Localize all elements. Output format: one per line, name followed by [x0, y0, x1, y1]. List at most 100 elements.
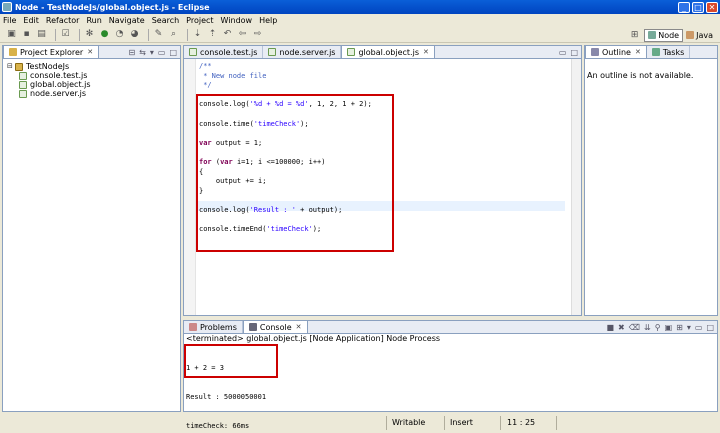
tree-project-label: TestNodeJs: [26, 62, 70, 71]
tree-file-row-selected[interactable]: global.object.js: [7, 80, 91, 89]
minimize-view-icon[interactable]: ▭: [695, 323, 703, 332]
tree-file-row[interactable]: node.server.js: [7, 89, 91, 98]
overview-ruler: [565, 59, 570, 315]
menu-search[interactable]: Search: [152, 16, 179, 25]
back-icon[interactable]: ⇦: [237, 29, 248, 40]
prev-annotation-icon[interactable]: ⇡: [207, 29, 218, 40]
menu-file[interactable]: File: [3, 16, 16, 25]
open-type-icon[interactable]: ✎: [153, 29, 164, 40]
minimize-view-icon[interactable]: ▭: [559, 48, 567, 57]
tab-project-explorer[interactable]: Project Explorer ✕: [3, 45, 100, 58]
js-file-icon: [268, 48, 277, 56]
view-menu-icon[interactable]: ▾: [150, 48, 154, 57]
collapse-all-icon[interactable]: ⊟: [128, 48, 135, 57]
maximize-view-icon[interactable]: □: [169, 48, 177, 57]
scroll-lock-icon[interactable]: ⇊: [644, 323, 651, 332]
new-icon[interactable]: ▣: [6, 29, 17, 40]
editor-vertical-scrollbar[interactable]: [571, 59, 581, 315]
close-button[interactable]: ✕: [706, 1, 718, 13]
tab-outline[interactable]: Outline ✕: [585, 45, 647, 58]
forward-icon[interactable]: ⇨: [252, 29, 263, 40]
tree-file-row[interactable]: console.test.js: [7, 71, 91, 80]
minimize-view-icon[interactable]: ▭: [158, 48, 166, 57]
print-icon[interactable]: ▤: [36, 29, 47, 40]
perspective-java-label: Java: [696, 30, 713, 40]
project-folder-icon: [15, 62, 23, 71]
close-tab-icon[interactable]: ✕: [87, 48, 93, 56]
editor-gutter: [184, 59, 196, 315]
close-tab-icon[interactable]: ✕: [635, 48, 641, 56]
menu-project[interactable]: Project: [186, 16, 213, 25]
project-explorer-tabbar: Project Explorer ✕ ⊟ ⇆ ▾ ▭ □: [3, 45, 180, 59]
editor-panel: console.test.js node.server.js global.ob…: [183, 45, 582, 316]
status-bar: Writable Insert 11 : 25: [0, 414, 720, 433]
editor-view-tools: ▭ □: [555, 48, 578, 57]
run-icon[interactable]: ●: [99, 29, 110, 40]
minimize-button[interactable]: _: [678, 1, 690, 13]
pin-console-icon[interactable]: ⚲: [655, 323, 661, 332]
outline-icon: [591, 48, 599, 56]
main-toolbar: ▣ ▪ ▤ ☑ ✻ ● ◔ ◕ ✎ ⌕ ⇣ ⇡ ↶ ⇦ ⇨ ⊞ Node Jav…: [0, 27, 720, 43]
open-console-icon[interactable]: ⊞: [676, 323, 683, 332]
save-icon[interactable]: ▪: [21, 29, 32, 40]
menu-help[interactable]: Help: [259, 16, 277, 25]
tab-label: console.test.js: [200, 47, 258, 57]
tab-label: global.object.js: [358, 47, 419, 57]
js-file-icon: [19, 89, 27, 98]
maximize-button[interactable]: □: [692, 1, 704, 13]
close-tab-icon[interactable]: ✕: [423, 48, 429, 56]
maximize-view-icon[interactable]: □: [570, 48, 578, 57]
project-tree: ⊟ TestNodeJs console.test.js global.obje…: [7, 62, 91, 98]
task-icon[interactable]: ☑: [60, 29, 71, 40]
tab-tasks[interactable]: Tasks: [647, 46, 691, 58]
tree-file-label: global.object.js: [30, 80, 91, 89]
external-tools-icon[interactable]: ◔: [114, 29, 125, 40]
tab-console-test[interactable]: console.test.js: [184, 46, 264, 58]
window-title: Node - TestNodeJs/global.object.js - Ecl…: [15, 2, 210, 12]
toolbar-separator: [55, 28, 56, 41]
tab-outline-label: Outline: [602, 47, 631, 57]
toolbar-separator: [187, 28, 188, 41]
tree-project-row[interactable]: ⊟ TestNodeJs: [7, 62, 91, 71]
window-titlebar: Node - TestNodeJs/global.object.js - Ecl…: [0, 0, 720, 14]
terminate-icon[interactable]: ■: [606, 323, 614, 332]
menu-window[interactable]: Window: [221, 16, 253, 25]
tree-file-label: console.test.js: [30, 71, 88, 80]
open-perspective-icon[interactable]: ⊞: [629, 30, 640, 41]
search-icon[interactable]: ⌕: [168, 29, 179, 40]
java-perspective-icon: [686, 31, 695, 39]
close-tab-icon[interactable]: ✕: [296, 323, 302, 331]
tab-console[interactable]: Console ✕: [242, 320, 308, 333]
new-wizard-icon[interactable]: ◕: [129, 29, 140, 40]
view-menu-icon[interactable]: ▾: [687, 323, 691, 332]
remove-launch-icon[interactable]: ✖: [618, 323, 625, 332]
next-annotation-icon[interactable]: ⇣: [192, 29, 203, 40]
debug-icon[interactable]: ✻: [84, 29, 95, 40]
console-tabbar: Problems Console ✕ ■ ✖ ⌫ ⇊ ⚲ ▣ ⊞ ▾ ▭ □: [184, 320, 717, 334]
tab-problems[interactable]: Problems: [184, 321, 243, 333]
menu-navigate[interactable]: Navigate: [109, 16, 145, 25]
console-icon: [248, 323, 257, 331]
maximize-view-icon[interactable]: □: [706, 323, 714, 332]
display-console-icon[interactable]: ▣: [665, 323, 673, 332]
perspective-node[interactable]: Node: [644, 28, 684, 42]
editor-tabbar: console.test.js node.server.js global.ob…: [184, 45, 581, 59]
clear-console-icon[interactable]: ⌫: [629, 323, 640, 332]
js-file-icon: [19, 80, 27, 89]
last-edit-icon[interactable]: ↶: [222, 29, 233, 40]
code-line: * New node file: [199, 71, 267, 80]
menu-edit[interactable]: Edit: [23, 16, 39, 25]
tab-project-explorer-label: Project Explorer: [20, 47, 84, 57]
status-insert-mode: Insert: [450, 418, 473, 427]
tab-node-server[interactable]: node.server.js: [263, 46, 342, 58]
link-editor-icon[interactable]: ⇆: [139, 48, 146, 57]
tab-global-object[interactable]: global.object.js ✕: [341, 45, 435, 58]
collapse-arrow-icon[interactable]: ⊟: [7, 62, 15, 71]
menu-bar: File Edit Refactor Run Navigate Search P…: [0, 14, 720, 26]
console-panel: Problems Console ✕ ■ ✖ ⌫ ⇊ ⚲ ▣ ⊞ ▾ ▭ □ <…: [183, 320, 718, 430]
tab-label: node.server.js: [279, 47, 336, 57]
explorer-view-tools: ⊟ ⇆ ▾ ▭ □: [124, 48, 177, 57]
menu-run[interactable]: Run: [86, 16, 101, 25]
menu-refactor[interactable]: Refactor: [46, 16, 80, 25]
perspective-java[interactable]: Java: [683, 29, 716, 42]
